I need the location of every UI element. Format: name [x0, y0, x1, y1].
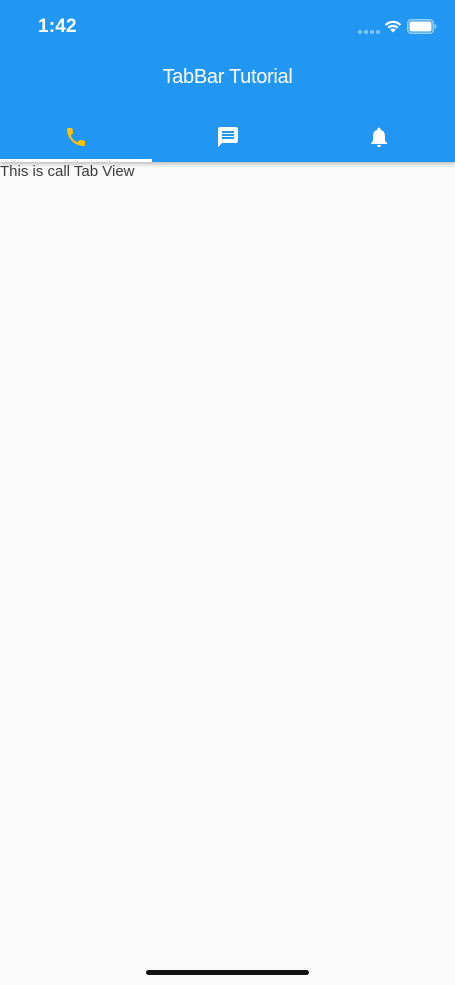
- home-indicator[interactable]: [146, 970, 309, 975]
- tab-notifications[interactable]: [303, 112, 455, 162]
- app-title: TabBar Tutorial: [162, 66, 293, 88]
- message-icon: [217, 127, 238, 147]
- tab-call[interactable]: [0, 112, 152, 162]
- tab-messages[interactable]: [152, 112, 304, 162]
- wifi-icon: [384, 20, 402, 33]
- bell-icon: [371, 127, 388, 147]
- tab-view-text: This is call Tab View: [0, 163, 135, 180]
- app-bar: 1:42 TabBar Tutorial: [0, 0, 455, 162]
- battery-icon: [407, 19, 437, 34]
- phone-icon: [66, 128, 85, 146]
- cellular-signal-icon: [358, 29, 380, 34]
- status-time: 1:42: [38, 16, 77, 37]
- tab-bar: [0, 112, 455, 162]
